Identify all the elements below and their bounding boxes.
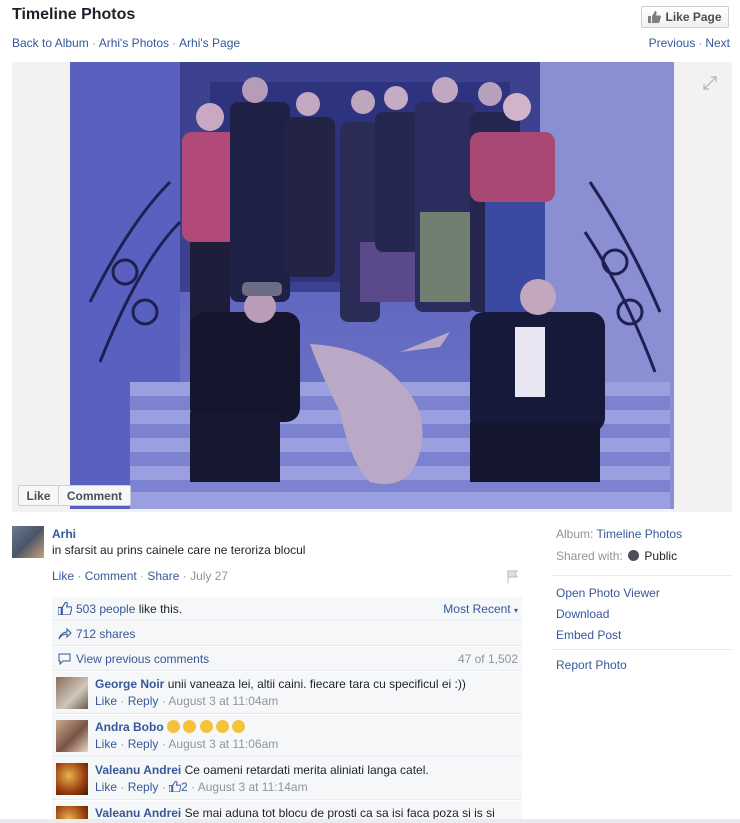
comment-author[interactable]: George Noir <box>95 677 164 691</box>
album-link[interactable]: Timeline Photos <box>596 527 682 541</box>
embed-post-link[interactable]: Embed Post <box>556 628 621 642</box>
comment-author[interactable]: Valeanu Andrei <box>95 763 181 777</box>
comment-like-link[interactable]: Like <box>95 737 117 751</box>
post-date[interactable]: July 27 <box>190 569 228 583</box>
crying-face-icon <box>167 720 181 733</box>
photo-illustration <box>70 62 674 509</box>
crying-face-icon <box>183 720 197 733</box>
shares-count-link[interactable]: 712 shares <box>76 627 135 641</box>
comment-like-count[interactable]: 2 <box>181 780 188 794</box>
view-previous-comments-link[interactable]: View previous comments <box>76 652 209 666</box>
arhis-photos-link[interactable]: Arhi's Photos <box>99 36 169 50</box>
comment-range: 47 of 1,502 <box>457 651 518 666</box>
album-label: Album: <box>556 527 594 541</box>
angry-face-icon <box>199 720 213 733</box>
photo-pagination: Previous · Next <box>648 36 730 50</box>
next-link[interactable]: Next <box>705 36 730 50</box>
post-share-link[interactable]: Share <box>147 569 179 583</box>
comment-bubble-icon <box>58 653 71 665</box>
view-previous-row: View previous comments 47 of 1,502 <box>52 647 522 671</box>
open-photo-viewer-link[interactable]: Open Photo Viewer <box>556 586 660 600</box>
album-info: Album: Timeline Photos <box>556 527 682 541</box>
likes-count-link[interactable]: 503 people <box>76 602 135 616</box>
angry-face-icon <box>232 720 246 733</box>
globe-icon <box>628 550 640 561</box>
comment-time[interactable]: August 3 at 11:04am <box>168 694 278 708</box>
comment-like-link[interactable]: Like <box>95 694 117 708</box>
avatar[interactable] <box>56 720 88 752</box>
comment-text: unii vaneaza lei, altii caini. fiecare t… <box>167 677 466 691</box>
comment-reply-link[interactable]: Reply <box>128 694 159 708</box>
breadcrumb: Back to Album · Arhi's Photos · Arhi's Page <box>12 36 241 50</box>
share-arrow-icon <box>58 627 72 639</box>
likes-suffix: like this. <box>135 601 183 616</box>
shared-label: Shared with: <box>556 549 623 563</box>
flag-icon[interactable] <box>506 569 520 583</box>
avatar[interactable] <box>56 677 88 709</box>
report-photo-link[interactable]: Report Photo <box>556 658 627 672</box>
avatar[interactable] <box>56 763 88 795</box>
comment-time[interactable]: August 3 at 11:06am <box>168 737 278 751</box>
privacy-info: Shared with: Public <box>556 549 677 563</box>
comment-text: Se mai aduna tot blocu de prosti ca sa i… <box>184 806 495 820</box>
comment-text: Ce oameni retardati merita aliniati lang… <box>184 763 429 777</box>
comment-author[interactable]: Valeanu Andrei <box>95 806 181 820</box>
like-page-button[interactable]: Like Page <box>641 6 729 28</box>
back-to-album-link[interactable]: Back to Album <box>12 36 89 50</box>
photo-comment-button[interactable]: Comment <box>58 485 131 506</box>
comment-item: George Noir unii vaneaza lei, altii cain… <box>52 672 522 714</box>
comment-item: Valeanu Andrei Ce oameni retardati merit… <box>52 758 522 800</box>
chevron-down-icon: ▾ <box>513 605 518 615</box>
thumbs-up-icon <box>58 602 72 615</box>
comment-like-link[interactable]: Like <box>95 780 117 794</box>
divider <box>552 575 732 576</box>
thumbs-up-icon <box>648 11 662 23</box>
sort-label: Most Recent <box>443 601 511 616</box>
comment-reply-link[interactable]: Reply <box>128 780 159 794</box>
post-actions: Like · Comment · Share · July 27 <box>52 569 229 583</box>
comment-item: Andra Bobo Like · Reply · August 3 at 11… <box>52 715 522 757</box>
most-recent-dropdown[interactable]: Most Recent ▾ <box>443 602 518 616</box>
thumbs-up-icon <box>168 780 182 793</box>
comment-time[interactable]: August 3 at 11:14am <box>198 780 308 794</box>
previous-link[interactable]: Previous <box>649 36 696 50</box>
post-caption: in sfarsit au prins cainele care ne tero… <box>52 543 306 557</box>
like-page-label: Like Page <box>665 10 722 24</box>
comment-emoji <box>167 720 246 734</box>
photo-like-button[interactable]: Like <box>18 485 59 506</box>
page-title: Timeline Photos <box>12 6 136 23</box>
post-like-link[interactable]: Like <box>52 569 74 583</box>
shares-summary: 712 shares <box>52 622 522 646</box>
post-author[interactable]: Arhi <box>52 527 76 541</box>
expand-icon[interactable] <box>703 76 717 90</box>
angry-face-icon <box>216 720 230 733</box>
comment-author[interactable]: Andra Bobo <box>95 720 164 734</box>
bottom-divider <box>0 819 740 823</box>
post-comment-link[interactable]: Comment <box>85 569 137 583</box>
download-link[interactable]: Download <box>556 607 609 621</box>
divider <box>552 649 732 650</box>
arhis-page-link[interactable]: Arhi's Page <box>179 36 240 50</box>
likes-summary: 503 people like this. Most Recent ▾ <box>52 597 522 621</box>
avatar[interactable] <box>12 526 44 558</box>
shared-value: Public <box>644 549 678 563</box>
comment-reply-link[interactable]: Reply <box>128 737 159 751</box>
group-photo[interactable] <box>70 62 674 509</box>
